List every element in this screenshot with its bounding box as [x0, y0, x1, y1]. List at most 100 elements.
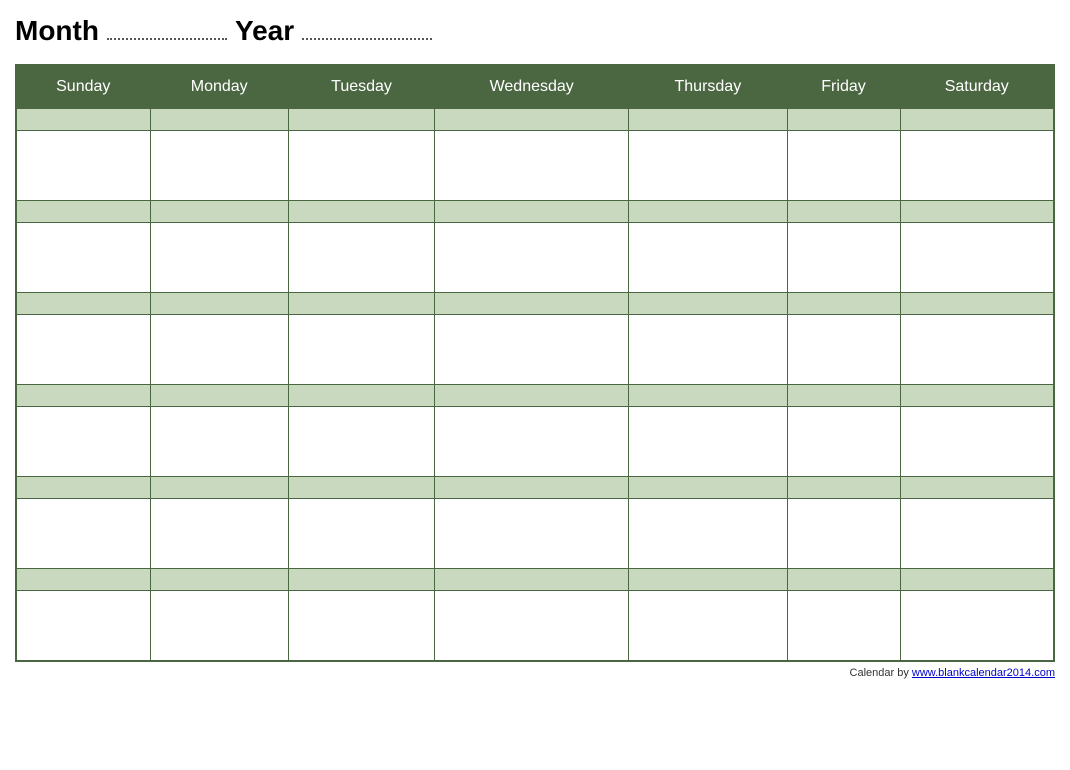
- cell: [435, 315, 629, 385]
- cell: [435, 201, 629, 223]
- cell: [629, 385, 787, 407]
- cell: [150, 477, 288, 499]
- year-dots: [302, 38, 432, 40]
- cell: [288, 315, 434, 385]
- cell: [787, 477, 900, 499]
- cell: [150, 499, 288, 569]
- header-row: Sunday Monday Tuesday Wednesday Thursday…: [16, 65, 1054, 109]
- cell: [787, 223, 900, 293]
- cell: [288, 293, 434, 315]
- cell: [629, 131, 787, 201]
- cell: [288, 569, 434, 591]
- cell: [787, 315, 900, 385]
- cell: [787, 201, 900, 223]
- cell: [16, 293, 150, 315]
- cell: [16, 477, 150, 499]
- cell: [16, 201, 150, 223]
- cell: [150, 201, 288, 223]
- table-row: [16, 385, 1054, 407]
- cell: [629, 293, 787, 315]
- table-row: [16, 499, 1054, 569]
- cell: [150, 109, 288, 131]
- table-row: [16, 201, 1054, 223]
- cell: [900, 109, 1054, 131]
- cell: [629, 477, 787, 499]
- cell: [288, 223, 434, 293]
- table-row: [16, 569, 1054, 591]
- cell: [150, 385, 288, 407]
- cell: [900, 315, 1054, 385]
- cell: [435, 385, 629, 407]
- table-row: [16, 293, 1054, 315]
- cell: [900, 223, 1054, 293]
- cell: [16, 109, 150, 131]
- cell: [435, 293, 629, 315]
- cell: [435, 223, 629, 293]
- cell: [16, 499, 150, 569]
- cell: [288, 201, 434, 223]
- table-row: [16, 407, 1054, 477]
- cell: [16, 569, 150, 591]
- cell: [288, 385, 434, 407]
- table-row: [16, 477, 1054, 499]
- cell: [435, 569, 629, 591]
- cell: [629, 407, 787, 477]
- col-tuesday: Tuesday: [288, 65, 434, 109]
- cell: [150, 131, 288, 201]
- cell: [787, 591, 900, 661]
- cell: [900, 131, 1054, 201]
- footer-link[interactable]: www.blankcalendar2014.com: [912, 667, 1055, 679]
- cell: [150, 569, 288, 591]
- cell: [787, 499, 900, 569]
- col-friday: Friday: [787, 65, 900, 109]
- col-saturday: Saturday: [900, 65, 1054, 109]
- col-sunday: Sunday: [16, 65, 150, 109]
- col-monday: Monday: [150, 65, 288, 109]
- cell: [150, 315, 288, 385]
- cell: [16, 315, 150, 385]
- cell: [629, 201, 787, 223]
- col-thursday: Thursday: [629, 65, 787, 109]
- cell: [787, 385, 900, 407]
- col-wednesday: Wednesday: [435, 65, 629, 109]
- cell: [435, 131, 629, 201]
- cell: [629, 109, 787, 131]
- cell: [435, 499, 629, 569]
- cell: [288, 477, 434, 499]
- year-label: Year: [235, 15, 294, 47]
- cell: [787, 293, 900, 315]
- cell: [16, 385, 150, 407]
- cell: [900, 385, 1054, 407]
- cell: [900, 591, 1054, 661]
- cell: [435, 477, 629, 499]
- cell: [900, 201, 1054, 223]
- cell: [150, 407, 288, 477]
- cell: [288, 109, 434, 131]
- cell: [787, 131, 900, 201]
- table-row: [16, 315, 1054, 385]
- cell: [150, 223, 288, 293]
- cell: [16, 131, 150, 201]
- cell: [787, 109, 900, 131]
- cell: [435, 109, 629, 131]
- cell: [787, 407, 900, 477]
- cell: [629, 499, 787, 569]
- cell: [288, 407, 434, 477]
- cell: [16, 223, 150, 293]
- table-row: [16, 131, 1054, 201]
- month-label: Month: [15, 15, 99, 47]
- table-row: [16, 591, 1054, 661]
- table-row: [16, 223, 1054, 293]
- cell: [150, 293, 288, 315]
- cell: [435, 591, 629, 661]
- cell: [288, 591, 434, 661]
- cell: [435, 407, 629, 477]
- cell: [288, 131, 434, 201]
- cell: [900, 569, 1054, 591]
- cell: [629, 315, 787, 385]
- cell: [787, 569, 900, 591]
- cell: [16, 407, 150, 477]
- calendar-header: Month Year: [15, 10, 1055, 52]
- footer-prefix: Calendar by: [850, 667, 912, 679]
- cell: [629, 569, 787, 591]
